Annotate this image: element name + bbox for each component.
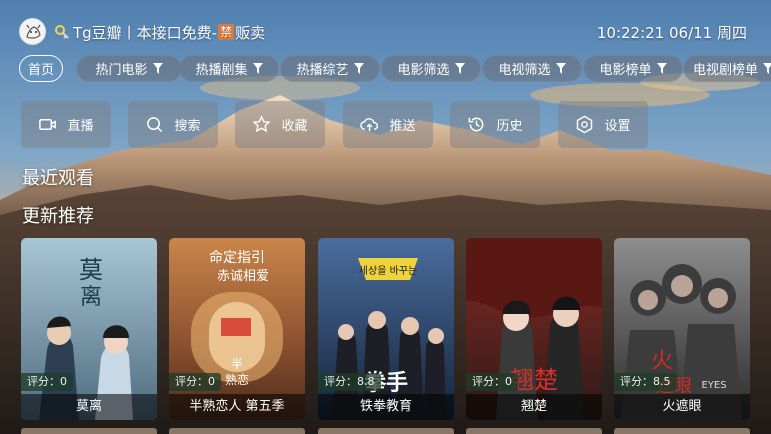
title-badge: 禁 [218,24,235,40]
tv-icon [39,118,57,131]
nav-chip-label: 电影筛选 [397,63,450,78]
svg-text:半: 半 [231,357,243,371]
svg-text:离: 离 [80,285,102,310]
poster-image: 翘楚 [466,238,602,420]
card-title: 半熟恋人 第五季 [169,394,305,420]
nav-chip-tv-filter[interactable]: 电视筛选 [482,55,582,82]
filter-icon [152,63,163,74]
app-logo [19,18,46,45]
media-card[interactable]: 命定指引 赤诚相爱 半 熟恋 评分：0 半熟恋人 第五季 [169,238,305,420]
rating-badge: 评分：8.5 [614,373,677,391]
clock-datetime: 10:22:21 06/11 周四 [596,24,747,42]
settings-label: 设置 [604,119,631,134]
media-card[interactable]: 세상을 바꾸는 拳手 评分：8.8 铁拳教育 [318,238,454,420]
nav-chip-label: 热播综艺 [296,63,349,78]
section-recent: 最近观看 [22,168,94,189]
settings-icon [577,115,593,134]
rating-badge: 评分：0 [169,373,221,391]
search-icon [147,117,163,133]
card-title: 铁拳教育 [318,394,454,420]
nav-chip-hot-series[interactable]: 热播剧集 [179,55,279,82]
filter-icon [252,63,263,74]
app-title: Tg豆瓣丨本接口免费- 禁 贩卖 [54,22,265,42]
poster-image: 莫 离 [21,238,157,420]
nav-chip-home[interactable]: 首页 [19,55,63,82]
media-card[interactable]: 翘楚 评分：0 翘楚 [466,238,602,420]
nav-chip-hot-movies[interactable]: 热门电影 [76,55,182,82]
card-title: 翘楚 [466,394,602,420]
star-icon [252,115,272,133]
rating-badge: 评分：8.8 [318,373,381,391]
nav-chip-movie-chart[interactable]: 电影榜单 [583,55,683,82]
live-label: 直播 [67,119,94,134]
title-suffix: 贩卖 [235,23,266,42]
poster-image: 火 遮眼 EYES [614,238,750,420]
nav-chip-label: 电视剧榜单 [692,63,758,78]
section-recommend: 更新推荐 [22,206,94,227]
nav-chip-movie-filter[interactable]: 电影筛选 [381,55,481,82]
poster-image: 命定指引 赤诚相爱 半 熟恋 [169,238,305,420]
filter-icon [353,63,364,74]
history-button[interactable]: 历史 [450,101,540,148]
rating-badge: 评分：0 [21,373,73,391]
svg-text:EYES: EYES [701,380,726,391]
top-bar: Tg豆瓣丨本接口免费- 禁 贩卖 10:22:21 06/11 周四 [0,0,771,56]
live-button[interactable]: 直播 [21,101,111,148]
upload-cloud-icon [360,118,379,132]
settings-button[interactable]: 设置 [558,101,648,148]
search-button[interactable]: 搜索 [128,101,218,148]
history-label: 历史 [496,119,523,134]
title-prefix: Tg豆瓣丨本接口免费- [73,23,218,42]
rating-badge: 评分：0 [466,373,518,391]
push-button[interactable]: 推送 [343,101,433,148]
category-nav: 首页 热门电影 热播剧集 热播综艺 电影筛选 电视筛选 电影榜单 电视剧榜单 [19,55,771,83]
nav-chip-tv-chart[interactable]: 电视剧榜单 [683,55,771,82]
favorites-label: 收藏 [281,119,308,134]
svg-text:命定指引: 命定指引 [209,249,265,266]
next-row-peek [21,428,751,434]
key-icon [55,25,69,39]
media-card[interactable]: 莫 离 评分：0 莫离 [21,238,157,420]
nav-chip-label: 电影榜单 [599,63,652,78]
card-title: 火遮眼 [614,394,750,420]
nav-chip-label: 首页 [27,63,54,78]
history-icon [469,117,484,132]
card-title: 莫离 [21,394,157,420]
nav-chip-hot-variety[interactable]: 热播综艺 [280,55,380,82]
push-label: 推送 [389,119,416,134]
svg-text:赤诚相爱: 赤诚相爱 [217,269,269,284]
media-card[interactable]: 火 遮眼 EYES 评分：8.5 火遮眼 [614,238,750,420]
poster-image: 세상을 바꾸는 拳手 [318,238,454,420]
svg-text:세상을 바꾸는: 세상을 바꾸는 [359,265,417,277]
nav-chip-label: 热播剧集 [195,63,248,78]
filter-icon [555,63,566,74]
svg-text:莫: 莫 [79,256,103,284]
nav-chip-label: 电视筛选 [498,63,551,78]
search-label: 搜索 [174,119,201,134]
svg-text:火: 火 [651,349,673,374]
filter-icon [763,63,771,74]
nav-chip-label: 热门电影 [95,63,148,78]
svg-text:熟恋: 熟恋 [225,372,249,387]
filter-icon [656,63,667,74]
filter-icon [454,63,465,74]
favorites-button[interactable]: 收藏 [235,101,325,148]
